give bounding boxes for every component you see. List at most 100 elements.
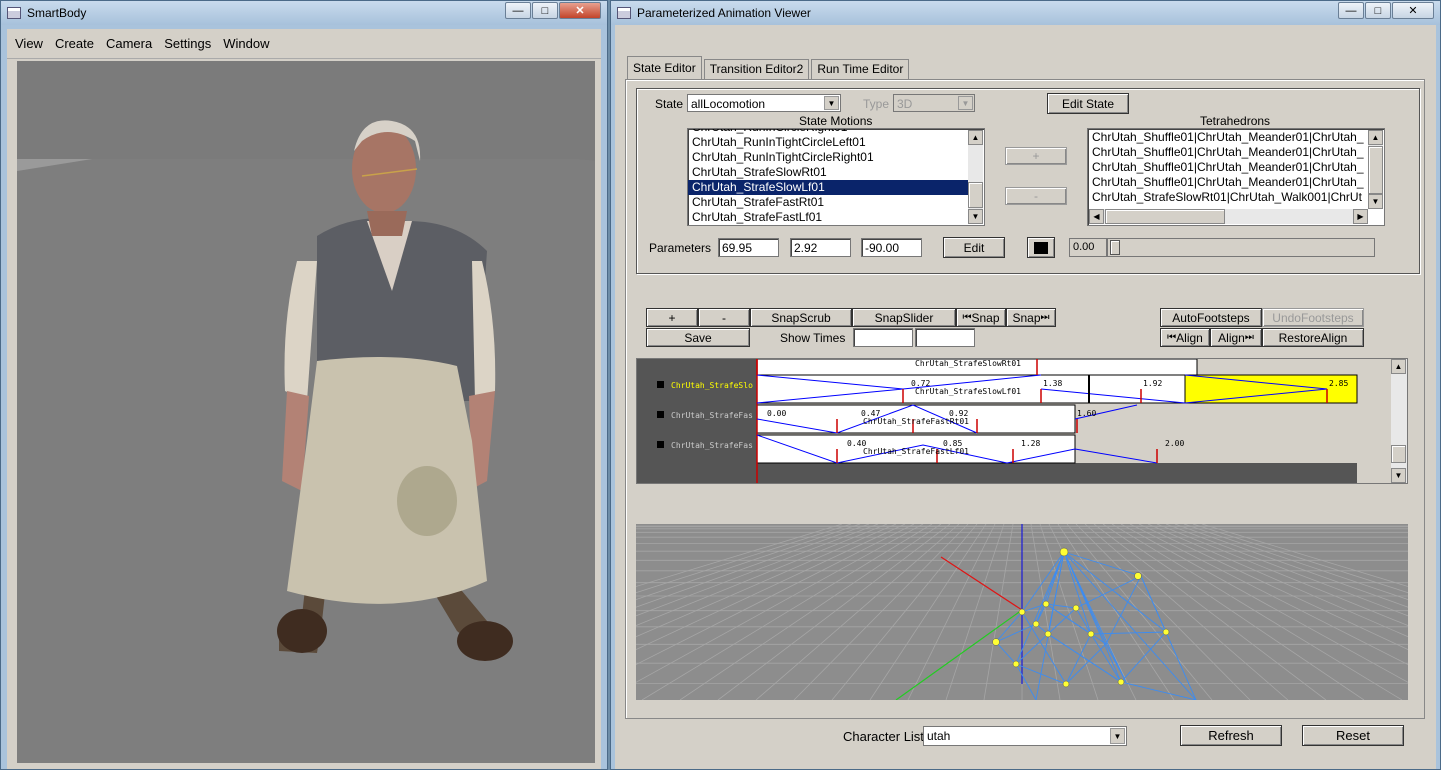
character-render bbox=[17, 61, 595, 763]
list-item[interactable]: ChrUtah_StrafeFastLf01 bbox=[688, 210, 968, 225]
maximize-button[interactable]: □ bbox=[532, 2, 558, 19]
snap-next-button[interactable]: Snap ⏭ bbox=[1006, 308, 1056, 327]
minimize-button[interactable]: ― bbox=[1338, 2, 1364, 19]
chevron-down-icon: ▼ bbox=[824, 96, 839, 110]
add-motion-button: + bbox=[1005, 147, 1067, 165]
timing-mark: 0.40 bbox=[847, 439, 867, 448]
scroll-right-icon: ▶ bbox=[1353, 209, 1368, 224]
list-item[interactable]: ChrUtah_RunInTightCircleLeft01 bbox=[688, 135, 968, 150]
state-motions-label: State Motions bbox=[799, 114, 873, 128]
parameter-z-field[interactable]: -90.00 bbox=[861, 238, 922, 257]
list-item[interactable]: ChrUtah_StrafeSlowRt01 bbox=[688, 165, 968, 180]
tetra-vscrollbar[interactable]: ▲ ▼ bbox=[1368, 130, 1383, 209]
list-item[interactable]: ChrUtah_StrafeFastRt01 bbox=[688, 195, 968, 210]
list-item[interactable]: ChrUtah_Shuffle01|ChrUtah_Meander01|ChrU… bbox=[1088, 145, 1368, 160]
snapscrub-button[interactable]: SnapScrub bbox=[750, 308, 852, 327]
state-editor-panel: State allLocomotion ▼ Type 3D ▼ Edit State… bbox=[625, 79, 1425, 719]
menu-settings[interactable]: Settings bbox=[164, 36, 211, 51]
edit-parameters-button[interactable]: Edit bbox=[943, 237, 1005, 258]
menu-bar: View Create Camera Settings Window bbox=[7, 29, 601, 59]
pav-titlebar[interactable]: Parameterized Animation Viewer ― □ ✕ bbox=[611, 1, 1440, 25]
scroll-down-icon: ▼ bbox=[968, 209, 983, 224]
smartbody-titlebar[interactable]: SmartBody ― □ ✕ bbox=[1, 1, 607, 25]
restorealign-button[interactable]: RestoreAlign bbox=[1262, 328, 1364, 347]
menu-create[interactable]: Create bbox=[55, 36, 94, 51]
clip-name: ChrUtah_StrafeSlowRt01 bbox=[915, 359, 1021, 368]
tetrahedrons-label: Tetrahedrons bbox=[1200, 114, 1271, 128]
track-label[interactable]: ChrUtah_StrafeSlo bbox=[671, 381, 753, 390]
editor-tabs: State Editor Transition Editor2 Run Time… bbox=[627, 56, 911, 79]
tab-state-editor[interactable]: State Editor bbox=[627, 56, 702, 79]
autofootsteps-button[interactable]: AutoFootsteps bbox=[1160, 308, 1262, 327]
slider-handle bbox=[1110, 240, 1120, 255]
smartbody-title: SmartBody bbox=[27, 6, 87, 20]
chevron-down-icon: ▼ bbox=[958, 96, 973, 110]
state-label: State bbox=[655, 97, 684, 111]
reset-button[interactable]: Reset bbox=[1302, 725, 1404, 746]
tetra-hscrollbar[interactable]: ◀ ▶ bbox=[1089, 209, 1368, 224]
time-slider[interactable] bbox=[1107, 238, 1375, 257]
scroll-thumb bbox=[968, 182, 983, 208]
pav-title: Parameterized Animation Viewer bbox=[637, 6, 811, 20]
tetrahedrons-list[interactable]: ChrUtah_Shuffle01|ChrUtah_Meander01|ChrU… bbox=[1087, 128, 1385, 226]
list-item[interactable]: ChrUtah_Shuffle01|ChrUtah_Meander01|ChrU… bbox=[1088, 160, 1368, 175]
3d-viewport[interactable] bbox=[17, 61, 595, 763]
menu-view[interactable]: View bbox=[15, 36, 43, 51]
skip-forward-icon: ⏭ bbox=[1040, 312, 1050, 323]
chevron-down-icon: ▼ bbox=[1110, 728, 1125, 744]
tab-transition-editor2[interactable]: Transition Editor2 bbox=[703, 59, 810, 79]
timing-mark: 0.00 bbox=[767, 409, 787, 418]
list-item[interactable]: ChrUtah_StrafeSlowLf01 bbox=[688, 180, 968, 195]
menu-window[interactable]: Window bbox=[223, 36, 269, 51]
refresh-button[interactable]: Refresh bbox=[1180, 725, 1282, 746]
minimize-button[interactable]: ― bbox=[505, 2, 531, 19]
scroll-up-icon: ▲ bbox=[968, 130, 983, 145]
parameter-x-field[interactable]: 69.95 bbox=[718, 238, 779, 257]
timing-mark: 0.85 bbox=[943, 439, 963, 448]
state-select[interactable]: allLocomotion ▼ bbox=[687, 94, 841, 112]
state-motions-list[interactable]: ChrUtah_RunInCircleRight01ChrUtah_RunInT… bbox=[687, 128, 985, 226]
pav-window: Parameterized Animation Viewer ― □ ✕ Sta… bbox=[610, 0, 1441, 770]
undofootsteps-button: UndoFootsteps bbox=[1262, 308, 1364, 327]
menu-camera[interactable]: Camera bbox=[106, 36, 152, 51]
scroll-thumb bbox=[1368, 146, 1383, 194]
parameter-y-field[interactable]: 2.92 bbox=[790, 238, 851, 257]
timing-mark: 0.47 bbox=[861, 409, 881, 418]
color-swatch-button[interactable] bbox=[1027, 237, 1055, 258]
scroll-up-icon: ▲ bbox=[1368, 130, 1383, 145]
timing-mark: 1.28 bbox=[1021, 439, 1041, 448]
edit-state-button[interactable]: Edit State bbox=[1047, 93, 1129, 114]
show-times-start-field[interactable] bbox=[853, 328, 913, 347]
list-item[interactable]: ChrUtah_StrafeSlowRt01|ChrUtah_Walk001|C… bbox=[1088, 190, 1368, 205]
list-item[interactable]: ChrUtah_Shuffle01|ChrUtah_Meander01|ChrU… bbox=[1088, 130, 1368, 145]
align-next-button[interactable]: Align ⏭ bbox=[1210, 328, 1262, 347]
remove-motion-button: - bbox=[1005, 187, 1067, 205]
scroll-down-icon: ▼ bbox=[1368, 194, 1383, 209]
scroll-left-icon: ◀ bbox=[1089, 209, 1104, 224]
list-item[interactable]: ChrUtah_Shuffle01|ChrUtah_Meander01|ChrU… bbox=[1088, 175, 1368, 190]
scroll-thumb bbox=[1391, 445, 1406, 463]
align-prev-button[interactable]: ⏮ Align bbox=[1160, 328, 1210, 347]
track-label[interactable]: ChrUtah_StrafeFas bbox=[671, 411, 753, 420]
type-select: 3D ▼ bbox=[893, 94, 975, 112]
snapslider-button[interactable]: SnapSlider bbox=[852, 308, 956, 327]
timeline-vscrollbar[interactable]: ▲ ▼ bbox=[1391, 359, 1407, 483]
close-button[interactable]: ✕ bbox=[1392, 2, 1434, 19]
state-group: State allLocomotion ▼ Type 3D ▼ Edit State… bbox=[636, 88, 1420, 274]
maximize-button[interactable]: □ bbox=[1365, 2, 1391, 19]
track-label[interactable]: ChrUtah_StrafeFas bbox=[671, 441, 753, 450]
remove-track-button[interactable]: - bbox=[698, 308, 750, 327]
motions-scrollbar[interactable]: ▲ ▼ bbox=[968, 130, 983, 224]
tetrahedron-plot[interactable] bbox=[636, 524, 1408, 700]
snap-prev-button[interactable]: ⏮ Snap bbox=[956, 308, 1006, 327]
parameter-space-view[interactable] bbox=[636, 524, 1408, 700]
close-button[interactable]: ✕ bbox=[559, 2, 601, 19]
list-item[interactable]: ChrUtah_RunInTightCircleRight01 bbox=[688, 150, 968, 165]
character-select[interactable]: utah ▼ bbox=[923, 726, 1127, 746]
show-times-end-field[interactable] bbox=[915, 328, 975, 347]
save-button[interactable]: Save bbox=[646, 328, 750, 347]
add-track-button[interactable]: + bbox=[646, 308, 698, 327]
list-item[interactable]: ChrUtah_RunInCircleRight01 bbox=[688, 129, 968, 135]
motion-timeline[interactable]: ChrUtah_StrafeSlowRt01 ChrUtah_StrafeSlo C… bbox=[636, 358, 1408, 484]
tab-run-time-editor[interactable]: Run Time Editor bbox=[811, 59, 910, 79]
